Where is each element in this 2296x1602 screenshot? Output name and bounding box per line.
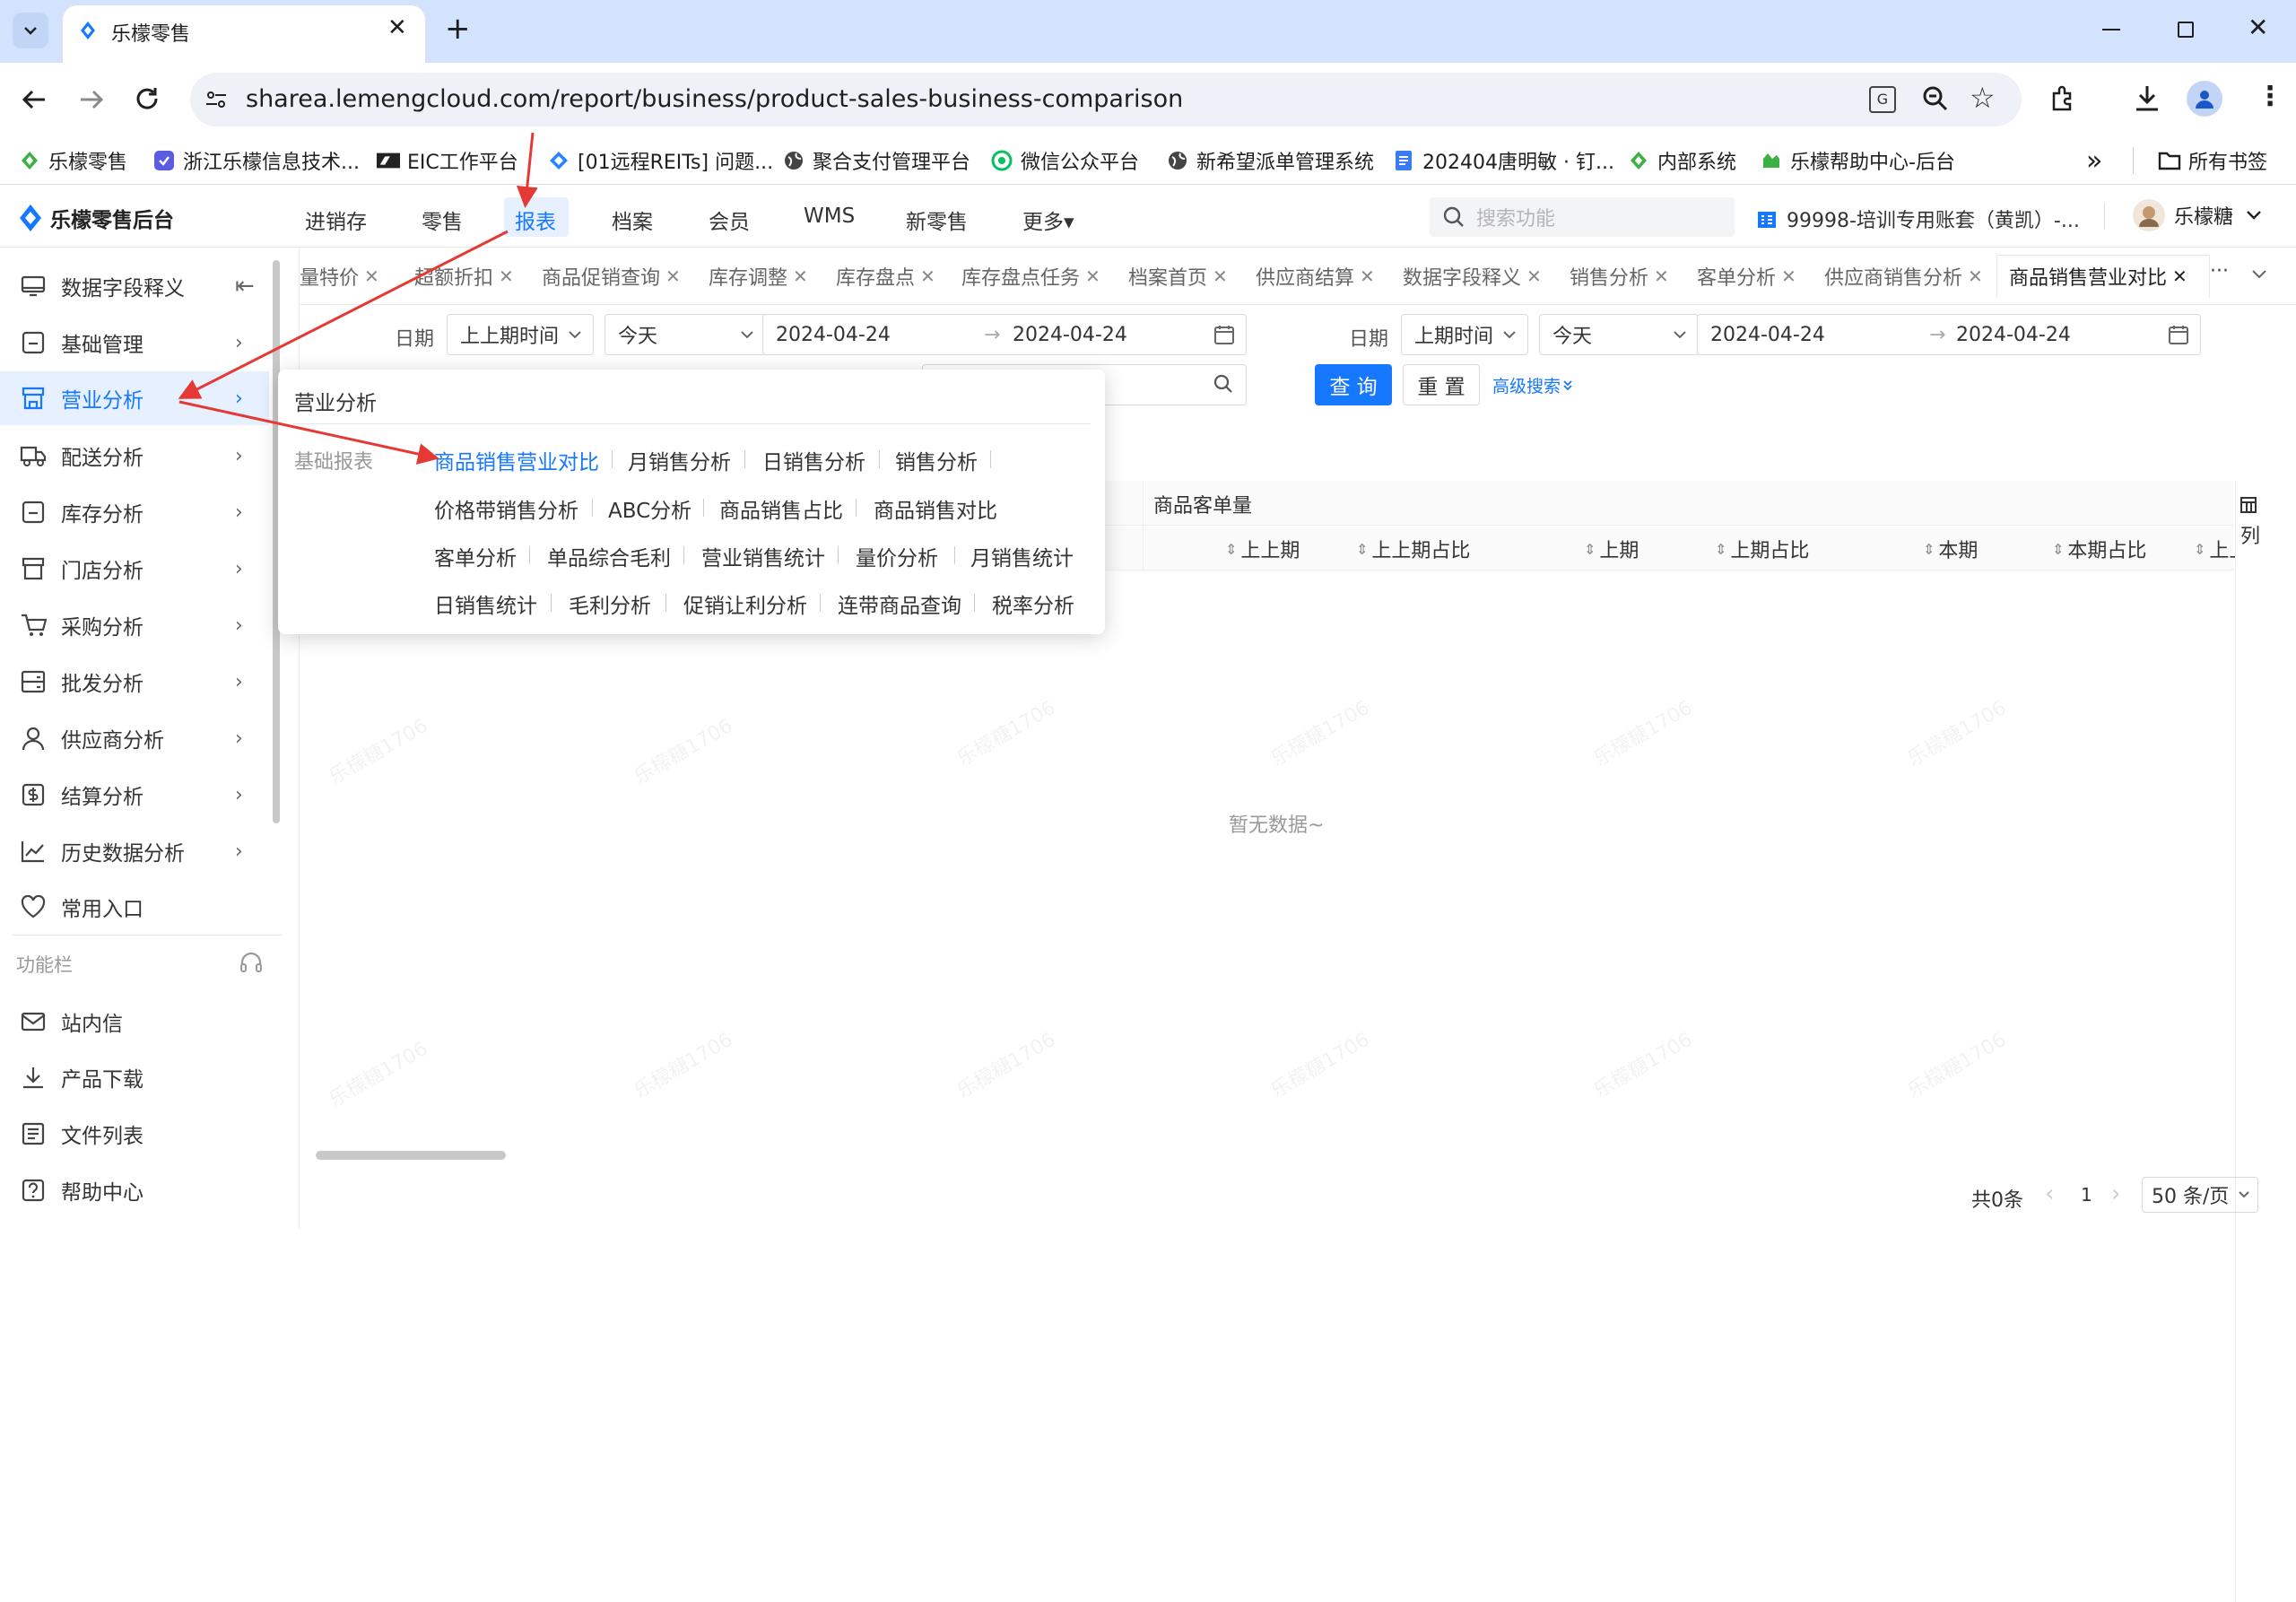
annotation-arrow-to-reports bbox=[516, 132, 538, 208]
annotation-arrows bbox=[178, 132, 538, 465]
annotation-arrow-to-sidebar bbox=[178, 230, 509, 399]
annotation-arrow-to-menu-link bbox=[178, 400, 439, 465]
